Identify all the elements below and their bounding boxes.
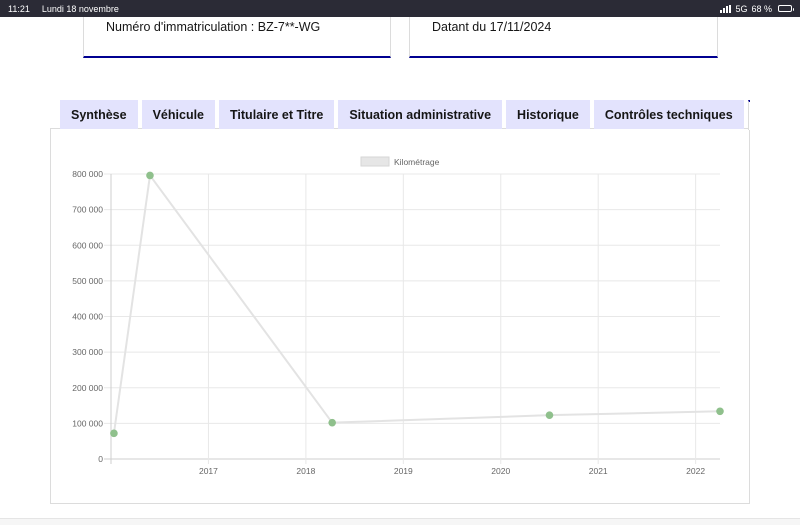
series-line xyxy=(112,172,721,434)
data-point xyxy=(328,418,336,427)
mileage-chart: 0 100 000 200 000 300 000 400 000 500 000 600 … xyxy=(72,156,724,476)
x-tick-label: 2019 xyxy=(394,466,413,476)
y-tick-label: 0 xyxy=(98,454,103,464)
page-footer-divider xyxy=(0,518,800,525)
x-tick-label: 2022 xyxy=(686,466,705,476)
data-point xyxy=(545,411,554,419)
y-tick-label: 300 000 xyxy=(72,347,103,357)
x-tick-label: 2017 xyxy=(199,466,218,476)
y-tick-label: 500 000 xyxy=(72,276,103,286)
data-point xyxy=(716,407,724,416)
data-point xyxy=(146,171,154,180)
y-tick-label: 800 000 xyxy=(72,169,103,179)
x-tick-label: 2020 xyxy=(491,466,510,476)
data-point xyxy=(110,429,118,438)
y-tick-label: 400 000 xyxy=(72,312,103,322)
y-tick-label: 100 000 xyxy=(72,418,103,428)
legend-swatch xyxy=(360,156,390,167)
y-tick-label: 700 000 xyxy=(72,205,103,215)
legend-label: Kilométrage xyxy=(394,157,440,167)
y-tick-label: 200 000 xyxy=(72,383,103,393)
y-tick-label: 600 000 xyxy=(72,240,103,250)
x-tick-label: 2018 xyxy=(296,466,315,476)
x-tick-label: 2021 xyxy=(589,466,608,476)
